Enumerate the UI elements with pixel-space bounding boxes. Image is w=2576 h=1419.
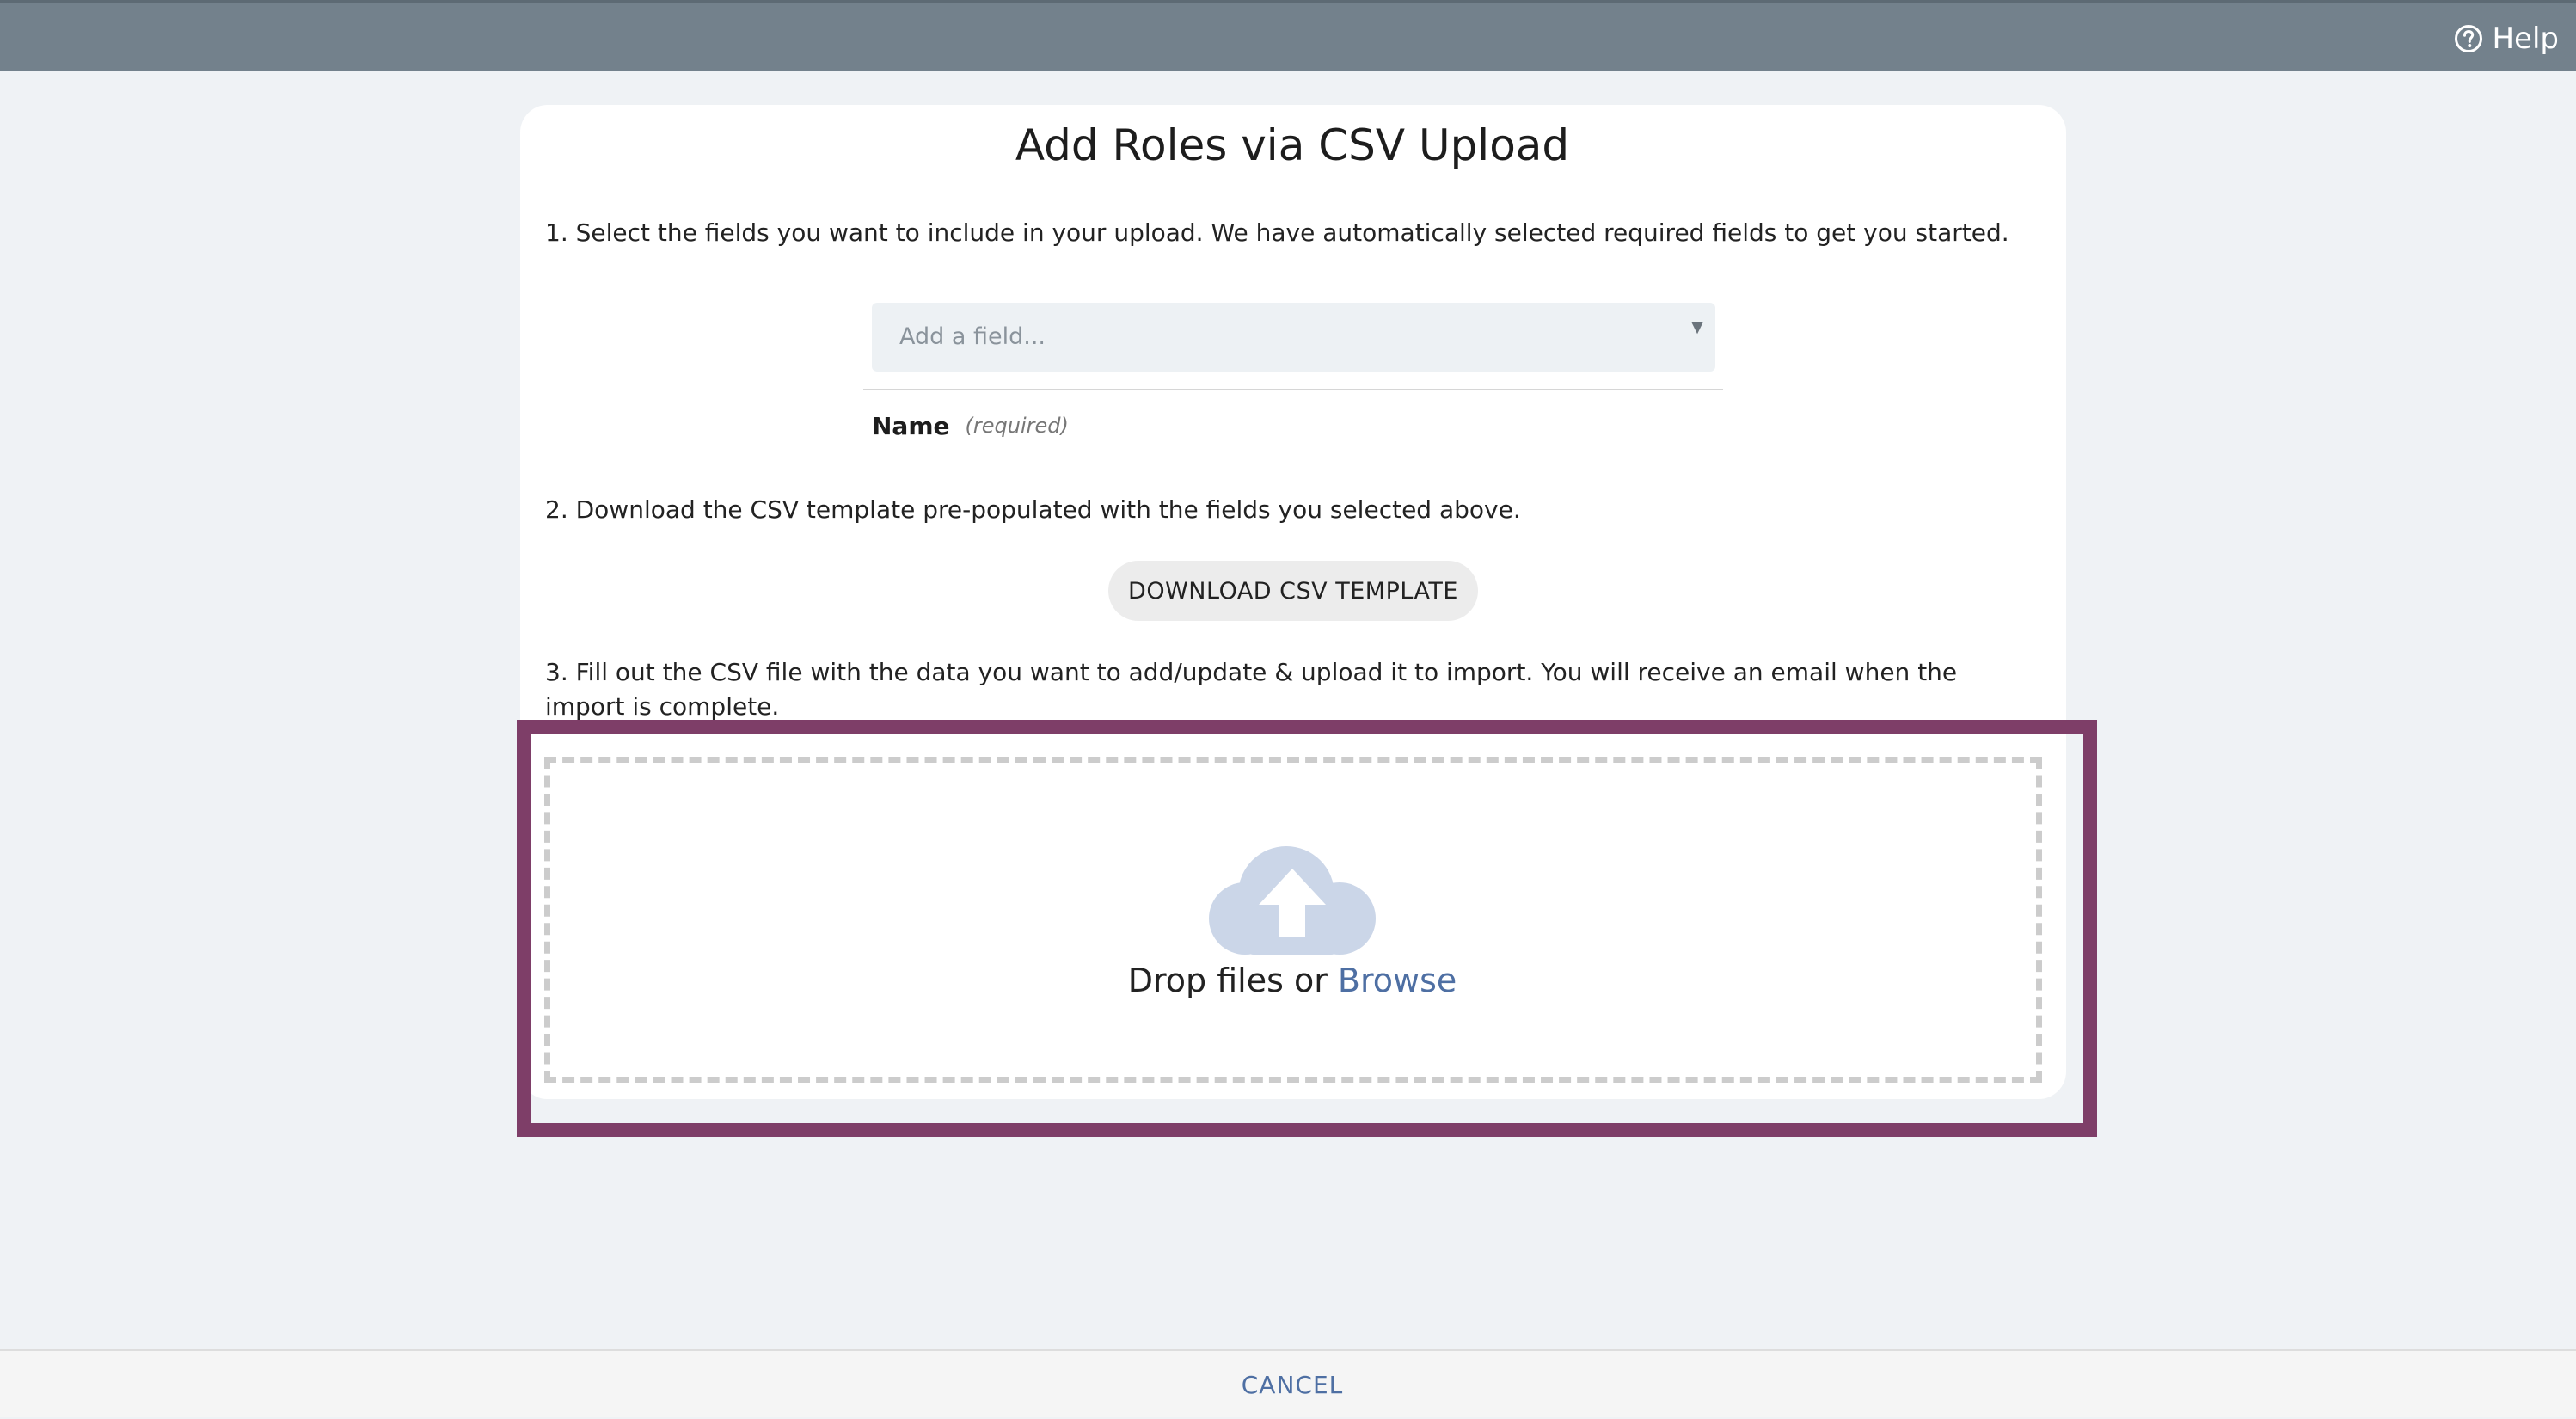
step-3-instructions: 3. Fill out the CSV file with the data y… — [545, 658, 1958, 721]
page-title: Add Roles via CSV Upload — [1015, 120, 1570, 170]
add-field-select[interactable]: Add a field... ▼ — [872, 303, 1715, 372]
help-link[interactable]: Help — [2454, 18, 2559, 59]
cloud-upload-icon — [1209, 846, 1376, 955]
selected-field-row: Name (required) — [872, 408, 1069, 443]
drop-files-label: Drop files or — [1127, 961, 1328, 999]
divider — [863, 389, 1723, 390]
step-1-instructions: 1. Select the fields you want to include… — [545, 218, 2009, 247]
cancel-button[interactable]: CANCEL — [0, 1351, 2576, 1419]
help-label: Help — [2492, 22, 2559, 56]
field-name: Name — [872, 411, 950, 440]
chevron-down-icon: ▼ — [1691, 318, 1703, 336]
dropzone-text: Drop files or Browse — [0, 961, 2576, 999]
browse-link[interactable]: Browse — [1338, 961, 1457, 999]
help-icon — [2455, 25, 2483, 52]
step-2-instructions: 2. Download the CSV template pre-populat… — [545, 495, 1521, 524]
footer-bar: CANCEL — [0, 1349, 2576, 1417]
field-required-note: (required) — [965, 414, 1069, 438]
top-bar: Help — [0, 0, 2576, 71]
add-field-placeholder: Add a field... — [899, 323, 1046, 350]
download-csv-template-button[interactable]: DOWNLOAD CSV TEMPLATE — [1108, 561, 1478, 621]
